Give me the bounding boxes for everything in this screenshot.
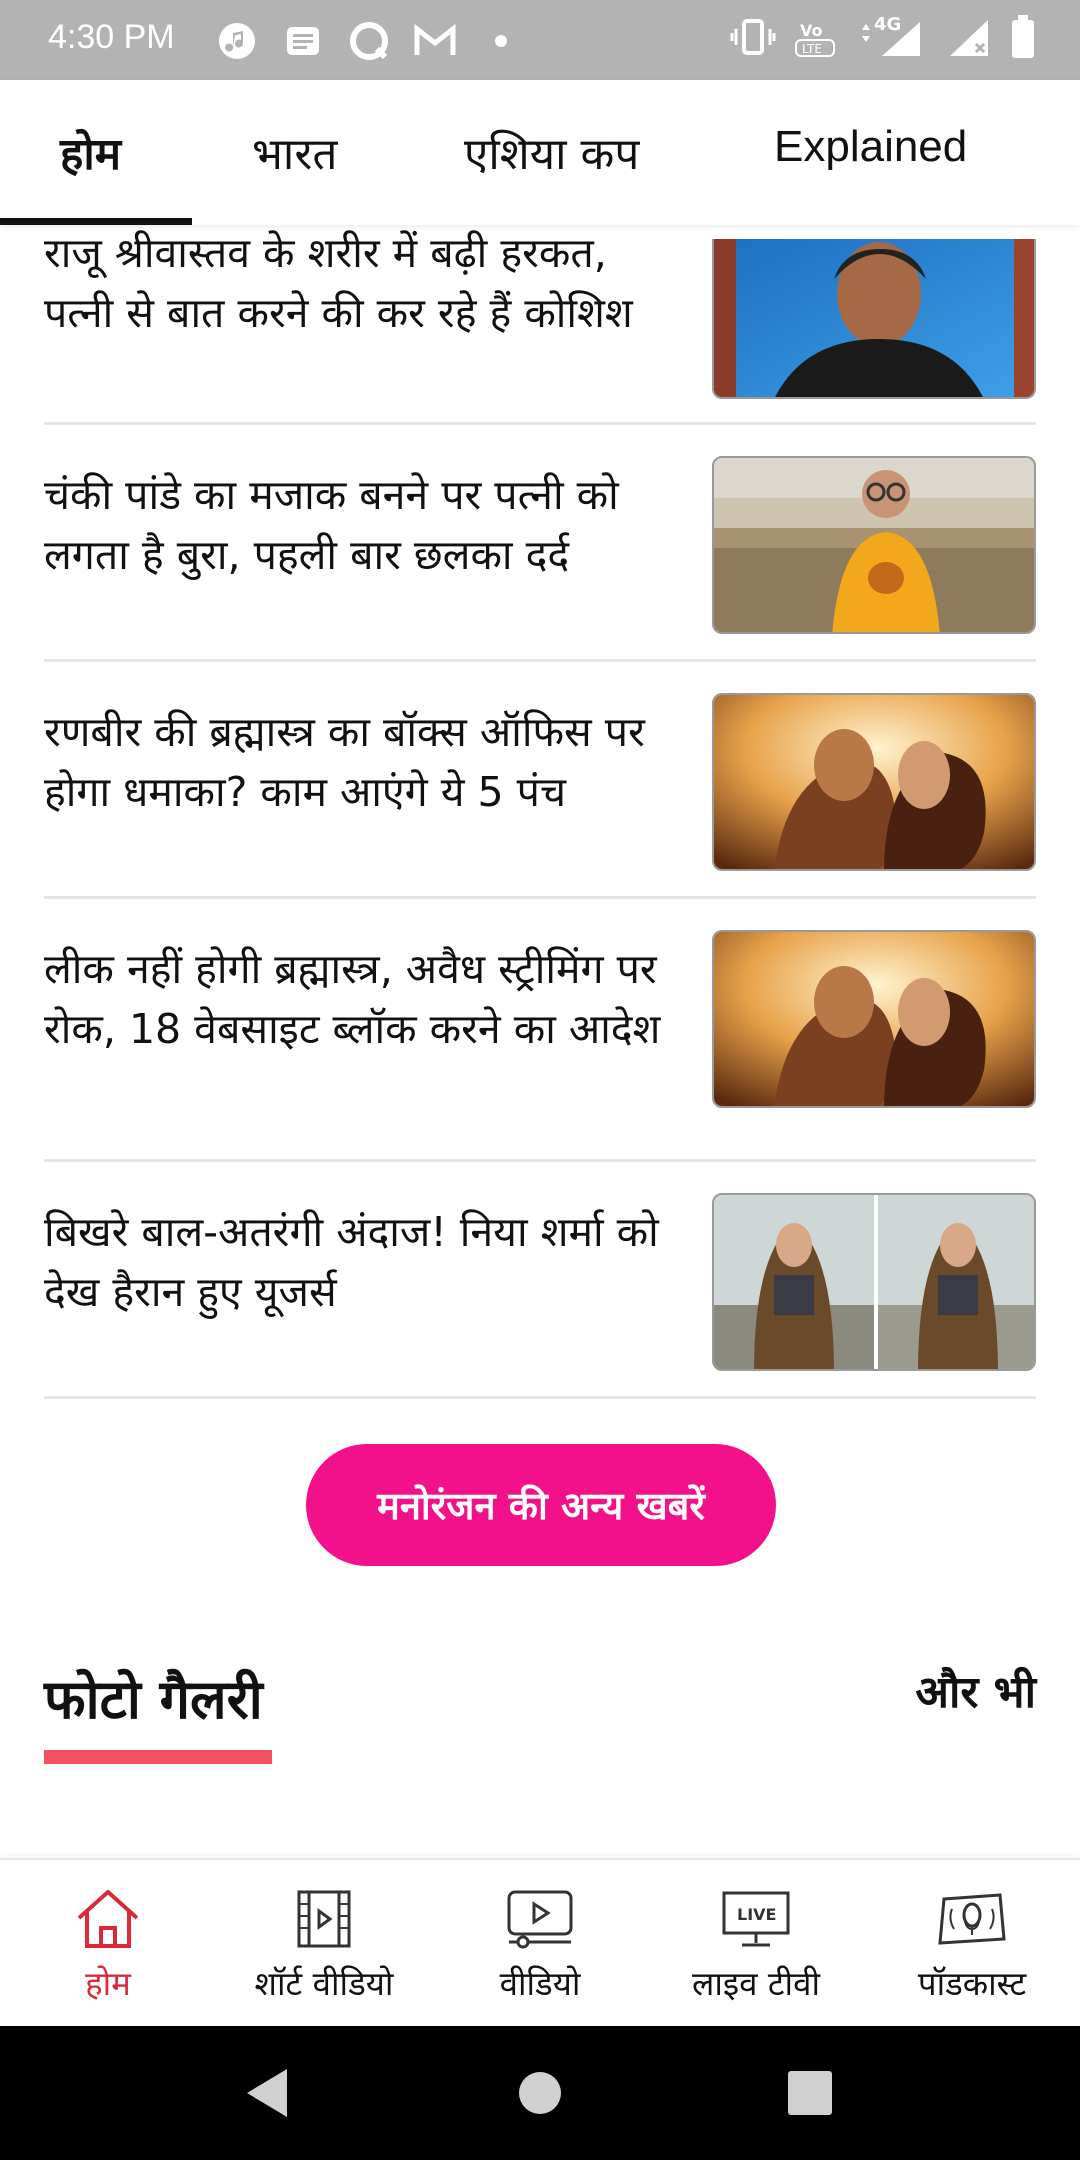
recents-square-icon[interactable] [750,2026,870,2160]
news-item[interactable]: राजू श्रीवास्तव के शरीर में बढ़ी हरकत, प… [44,225,1036,425]
vibrate-icon [730,14,776,60]
tab-explained[interactable]: Explained [774,122,967,172]
news-thumbnail[interactable] [712,239,1036,399]
news-item[interactable]: रणबीर की ब्रह्मास्त्र का बॉक्स ऑफिस पर ह… [44,662,1036,899]
home-icon [70,1886,146,1952]
home-circle-icon[interactable] [480,2026,600,2160]
bottom-navigation: होम शॉर्ट वीडियो वीडियो LIVE लाइव टीवी प… [0,1858,1080,2026]
status-time: 4:30 PM [48,18,175,56]
battery-icon [1010,14,1036,60]
tab-home[interactable]: होम [60,122,121,182]
nav-live-tv[interactable]: LIVE लाइव टीवी [648,1860,864,2028]
news-thumbnail[interactable] [712,1193,1036,1371]
news-thumbnail[interactable] [712,693,1036,871]
nav-label: वीडियो [499,1964,581,2003]
system-status-icons: Vo LTE 4G [730,14,1036,60]
news-title[interactable]: लीक नहीं होगी ब्रह्मास्त्र, अवैध स्ट्रीम… [44,939,664,1059]
more-notifications-dot-icon [478,18,524,64]
system-navigation-bar [0,2026,1080,2160]
svg-text:LIVE: LIVE [737,1905,776,1924]
nav-short-video[interactable]: शॉर्ट वीडियो [216,1860,432,2028]
nav-podcast[interactable]: पॉडकास्ट [864,1860,1080,2028]
nav-label: होम [85,1964,131,2003]
news-item[interactable]: बिखरे बाल-अतरंगी अंदाज! निया शर्मा को दे… [44,1162,1036,1399]
section-underline [44,1750,272,1764]
nav-video[interactable]: वीडियो [432,1860,648,2028]
signal-4g-icon: 4G [858,14,928,60]
brahmastra-poster [714,932,1034,1106]
video-play-icon [502,1886,578,1952]
svg-text:Vo: Vo [800,21,823,40]
news-title[interactable]: बिखरे बाल-अतरंगी अंदाज! निया शर्मा को दे… [44,1202,664,1322]
gallery-more-link[interactable]: और भी [915,1660,1036,1720]
volte-icon: Vo LTE [794,14,840,60]
news-thumbnail[interactable] [712,930,1036,1108]
film-icon [286,1886,362,1952]
chat-icon [346,18,392,64]
news-thumbnail[interactable] [712,456,1036,634]
svg-text:LTE: LTE [802,42,822,56]
category-tabs: होम भारत एशिया कप Explained [0,80,1080,225]
tab-asia-cup[interactable]: एशिया कप [464,122,639,182]
chunky-photo [714,458,1034,632]
music-icon [214,18,260,64]
raju-photo [714,239,1034,397]
news-title[interactable]: चंकी पांडे का मजाक बनने पर पत्नी को लगता… [44,465,664,585]
tab-india[interactable]: भारत [252,122,337,182]
brahmastra-poster [714,695,1034,869]
active-tab-indicator [0,218,192,225]
live-tv-icon: LIVE [718,1886,794,1952]
nav-home[interactable]: होम [0,1860,216,2028]
signal-sim2-icon [946,14,992,60]
nia-photo [714,1195,1034,1369]
news-title[interactable]: राजू श्रीवास्तव के शरीर में बढ़ी हरकत, प… [44,223,664,343]
photo-gallery-title: फोटो गैलरी [44,1668,263,1731]
gmail-icon [412,18,458,64]
podcast-icon [934,1886,1010,1952]
nav-label: शॉर्ट वीडियो [254,1964,394,2003]
notification-icons [214,18,524,64]
more-entertainment-news-button[interactable]: मनोरंजन की अन्य खबरें [306,1444,776,1566]
news-item[interactable]: लीक नहीं होगी ब्रह्मास्त्र, अवैध स्ट्रीम… [44,899,1036,1162]
news-item[interactable]: चंकी पांडे का मजाक बनने पर पत्नी को लगता… [44,425,1036,662]
nav-label: पॉडकास्ट [917,1964,1027,2003]
news-title[interactable]: रणबीर की ब्रह्मास्त्र का बॉक्स ऑफिस पर ह… [44,702,664,822]
network-label: 4G [874,14,902,35]
status-bar: 4:30 PM Vo LTE 4G [0,0,1080,80]
nav-label: लाइव टीवी [691,1964,821,2003]
back-icon[interactable] [206,2026,326,2160]
news-app-icon [280,18,326,64]
